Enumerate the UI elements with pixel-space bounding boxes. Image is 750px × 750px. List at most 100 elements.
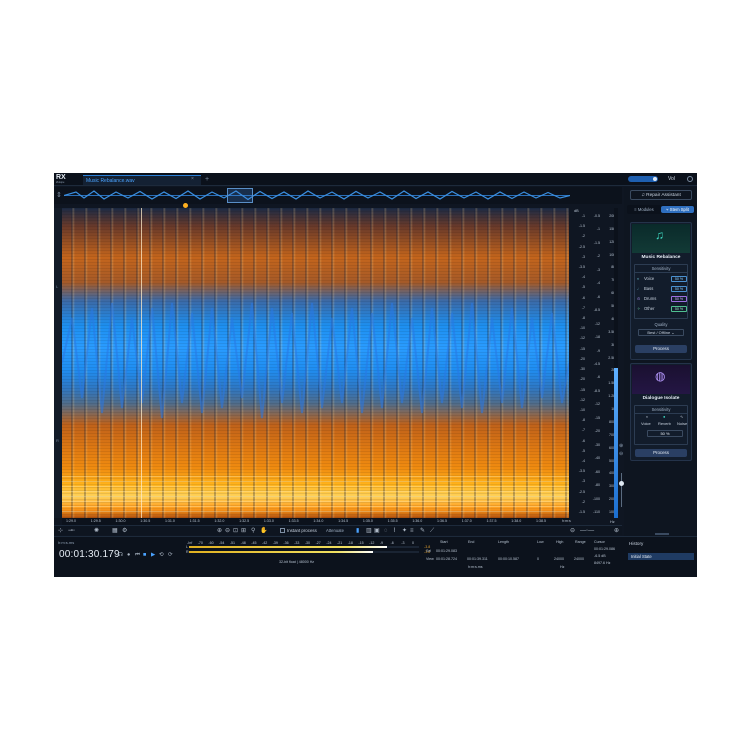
hand-icon[interactable]: ✋: [260, 527, 267, 535]
view-end-value[interactable]: 00:01:39.311: [467, 557, 488, 561]
history-panel: History Initial State: [627, 539, 695, 575]
box-selection-icon[interactable]: ▣: [374, 527, 380, 535]
freq-selection-icon[interactable]: ▥: [366, 527, 372, 535]
tab-file[interactable]: Music Rebalance.wav: [83, 175, 201, 185]
stem-voice-label: Voice: [644, 276, 655, 281]
zoom-in-time-icon[interactable]: ⊕: [217, 527, 222, 535]
stem-bass-value[interactable]: 50 %: [671, 286, 687, 292]
loop-icon[interactable]: ⟲: [159, 552, 164, 558]
db-tick-label: -8: [581, 418, 585, 423]
overview-toggle-icon[interactable]: ⇕: [56, 191, 62, 199]
level-tick-label: -6: [390, 541, 394, 545]
zoom-in-freq-icon[interactable]: ⊕: [614, 527, 619, 535]
history-item[interactable]: Initial State: [628, 553, 694, 560]
range-value[interactable]: 24000: [574, 557, 584, 561]
zoom-out-time-icon[interactable]: ⊖: [225, 527, 230, 535]
di-sensitivity-value[interactable]: 50 %: [647, 430, 683, 437]
freq-zoom-slider[interactable]: —◦—: [580, 527, 594, 535]
horizontal-zoom-slider[interactable]: ⊸◦: [68, 527, 75, 535]
frequency-unit: Hz: [560, 565, 565, 569]
level-tick-label: -18: [347, 541, 353, 545]
quality-value: Best / Offline: [647, 330, 671, 335]
db-tick-label: -30: [579, 367, 585, 372]
level-tick-label: -24: [326, 541, 332, 545]
time-tick-label: 1:38.0: [511, 519, 522, 523]
panel-view-switch: ≡ Modules ⑂ Stem Split: [627, 205, 695, 214]
magic-wand-icon[interactable]: ✦: [402, 527, 407, 535]
view-start-value[interactable]: 00:01:28.724: [436, 557, 457, 561]
db-tick-label: -2: [581, 499, 585, 504]
other-icon: ✧: [637, 306, 641, 311]
zoom-fit-icon[interactable]: ⊞: [241, 527, 246, 535]
help-icon[interactable]: [687, 176, 693, 182]
time-tick-label: 1:36.5: [437, 519, 448, 523]
dialogue-isolate-banner: ◍: [632, 365, 690, 394]
zoom-selection-icon[interactable]: ⊡: [233, 527, 238, 535]
instant-process-checkbox[interactable]: [280, 528, 285, 533]
quality-select[interactable]: Best / Offline ⌄: [638, 329, 684, 336]
harmonic-selection-icon[interactable]: ≡: [410, 527, 414, 535]
view-length-value[interactable]: 00:00:10.587: [498, 557, 519, 561]
waveform-overview[interactable]: ⇕: [54, 187, 622, 204]
pencil-icon[interactable]: ✎: [420, 527, 425, 535]
tab-modules[interactable]: ≡ Modules: [629, 206, 659, 213]
music-rebalance-sensitivity: Sensitivity ◐ Voice 50 % ♩ Bass 50 % ⊙ D…: [634, 264, 688, 319]
sel-start-value[interactable]: 00:01:29.083: [436, 549, 457, 553]
headphones-icon[interactable]: ☊: [118, 552, 123, 558]
grid-icon[interactable]: ▦: [112, 527, 118, 535]
view-row-label: View: [426, 557, 434, 561]
envelope-icon[interactable]: ⟋: [430, 527, 434, 535]
magnify-icon[interactable]: ⚲: [251, 527, 255, 535]
cursor-hz: 8497.6 Hz: [594, 561, 611, 565]
settings-icon[interactable]: ⚙: [122, 527, 127, 535]
instant-process-mode-select[interactable]: Attenuate: [326, 527, 344, 534]
logo-subtext: iZotope: [56, 181, 65, 184]
file-tab-label: Music Rebalance.wav: [86, 178, 135, 184]
music-rebalance-title: Music Rebalance: [641, 255, 681, 260]
play-selection-icon[interactable]: ⟳: [168, 552, 173, 558]
high-value[interactable]: 24000: [554, 557, 564, 561]
db-tick-label: -4.5: [593, 362, 600, 366]
music-rebalance-process-button[interactable]: Process: [635, 345, 687, 353]
low-value[interactable]: 0: [537, 557, 539, 561]
tab-stem-split-label: Stem Split: [669, 207, 689, 212]
brush-icon[interactable]: ⌇: [393, 527, 396, 535]
stem-drums-label: Drums: [644, 296, 657, 301]
dialogue-isolate-process-button[interactable]: Process: [635, 449, 687, 457]
time-selection-icon[interactable]: ▮: [356, 527, 359, 535]
stem-voice-value[interactable]: 50 %: [671, 276, 687, 282]
music-note-icon: ♫: [655, 228, 664, 242]
vertical-zoom-track[interactable]: [621, 473, 622, 507]
lasso-icon[interactable]: ◌: [384, 527, 388, 535]
rewind-icon[interactable]: ⏮: [135, 552, 140, 559]
playhead-handle[interactable]: [183, 203, 188, 208]
waveform-overlay: [62, 302, 569, 419]
cursor-db: -6.5 dB: [594, 554, 606, 558]
playhead[interactable]: [141, 208, 142, 518]
play-icon[interactable]: ▶: [151, 552, 155, 558]
volume-slider[interactable]: [628, 176, 658, 182]
repair-assistant-button[interactable]: ♫ Repair Assistant: [630, 190, 692, 200]
stop-icon[interactable]: ■: [143, 552, 146, 558]
db-tick-label: -30: [594, 442, 600, 447]
time-ruler[interactable]: 1:29.0 1:29.5 1:30.0 1:30.5 1:31.0 1:31.5 1:32…: [62, 518, 569, 525]
overview-view-selection[interactable]: [227, 188, 253, 203]
color-map-icon[interactable]: ✺: [94, 527, 99, 535]
record-icon[interactable]: ●: [127, 552, 130, 558]
stem-other-value[interactable]: 50 %: [671, 306, 687, 312]
time-tick-label: 1:31.0: [164, 519, 175, 523]
panel-resize-handle[interactable]: [655, 533, 669, 535]
waveform-spectrogram-toggle-icon[interactable]: ⊹: [58, 527, 63, 535]
zoom-out-freq-icon[interactable]: ⊖: [570, 527, 575, 535]
db-tick-label: -12: [594, 402, 600, 407]
add-tab-icon[interactable]: +: [205, 175, 209, 184]
spectrogram-display[interactable]: [62, 208, 569, 518]
time-format-select[interactable]: h:m:s.ms: [58, 540, 74, 545]
selection-unit: h:m:s.ms: [468, 565, 483, 569]
tab-stem-split[interactable]: ⑂ Stem Split: [661, 206, 694, 213]
stem-drums-value[interactable]: 50 %: [671, 296, 687, 302]
di-noise-label: Noise: [677, 421, 688, 426]
stem-row-drums: ⊙ Drums 50 %: [637, 295, 687, 302]
close-icon[interactable]: ×: [191, 176, 194, 182]
logo-text: RX: [56, 174, 66, 181]
